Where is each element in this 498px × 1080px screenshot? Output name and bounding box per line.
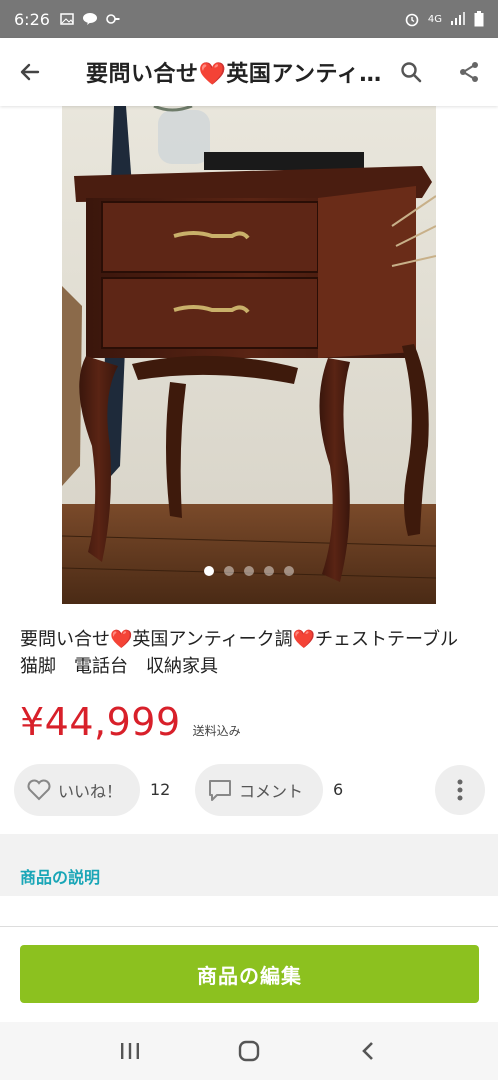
pagination-dot[interactable] [284, 566, 294, 576]
page-title: 要問い合せ❤️英国アンティーク調❤️チェストテーブル 猫脚 電話台 収納家具 [86, 62, 382, 87]
item-price: ¥44,999 [20, 700, 181, 744]
app-header: 要問い合せ❤️英国アンティーク調❤️チェストテーブル 猫脚 電話台 収納家具 [0, 38, 498, 106]
edit-item-button[interactable]: 商品の編集 [20, 945, 479, 1003]
comment-icon [209, 780, 231, 801]
bottom-action-bar: 商品の編集 [0, 926, 498, 1022]
comment-count: 6 [333, 780, 344, 799]
key-notification-icon [106, 14, 120, 24]
back-button[interactable] [0, 38, 60, 106]
battery-icon [474, 11, 484, 27]
description-section: 商品の説明 [0, 834, 498, 896]
next-image-button[interactable] [452, 334, 482, 378]
search-icon [401, 62, 422, 83]
alarm-icon [405, 13, 419, 27]
arrow-left-icon [20, 63, 40, 81]
more-options-button[interactable] [435, 765, 485, 815]
network-type: 4G [427, 13, 442, 25]
like-button[interactable]: いいね！ [14, 764, 140, 816]
system-back-button[interactable] [338, 1022, 398, 1080]
status-bar: 6:26 4G [0, 0, 498, 38]
product-gallery[interactable] [0, 106, 498, 604]
search-button[interactable] [382, 38, 440, 106]
pagination-dot[interactable] [244, 566, 254, 576]
more-vertical-icon [457, 779, 463, 801]
share-button[interactable] [440, 38, 498, 106]
status-time: 6:26 [14, 9, 50, 29]
pagination-dot[interactable] [204, 566, 214, 576]
action-row: いいね！ 12 コメント 6 [14, 764, 485, 818]
comment-label: コメント [239, 782, 304, 801]
recent-apps-button[interactable] [100, 1022, 160, 1080]
description-heading: 商品の説明 [20, 868, 101, 887]
chevron-right-icon [458, 336, 479, 372]
pagination-dot[interactable] [264, 566, 274, 576]
pagination-dot[interactable] [224, 566, 234, 576]
home-button[interactable] [219, 1022, 279, 1080]
signal-icon [451, 12, 465, 25]
line-app-icon [82, 13, 97, 25]
like-label: いいね！ [58, 782, 123, 801]
system-nav-bar [0, 1022, 498, 1080]
heart-icon [27, 779, 51, 801]
recent-apps-icon [120, 1043, 139, 1059]
home-icon [238, 1040, 260, 1062]
comment-button[interactable]: コメント [195, 764, 323, 816]
chevron-left-icon [362, 1042, 374, 1060]
share-icon [460, 62, 478, 82]
gallery-notification-icon [60, 13, 74, 25]
like-count: 12 [150, 780, 171, 799]
product-photo [62, 106, 436, 604]
item-title: 要問い合せ❤️英国アンティーク調❤️チェストテーブル 猫脚 電話台 収納家具 [20, 629, 476, 677]
gallery-pagination [0, 566, 498, 576]
shipping-label: 送料込み [192, 724, 241, 738]
price-row: ¥44,999 送料込み [20, 700, 241, 744]
